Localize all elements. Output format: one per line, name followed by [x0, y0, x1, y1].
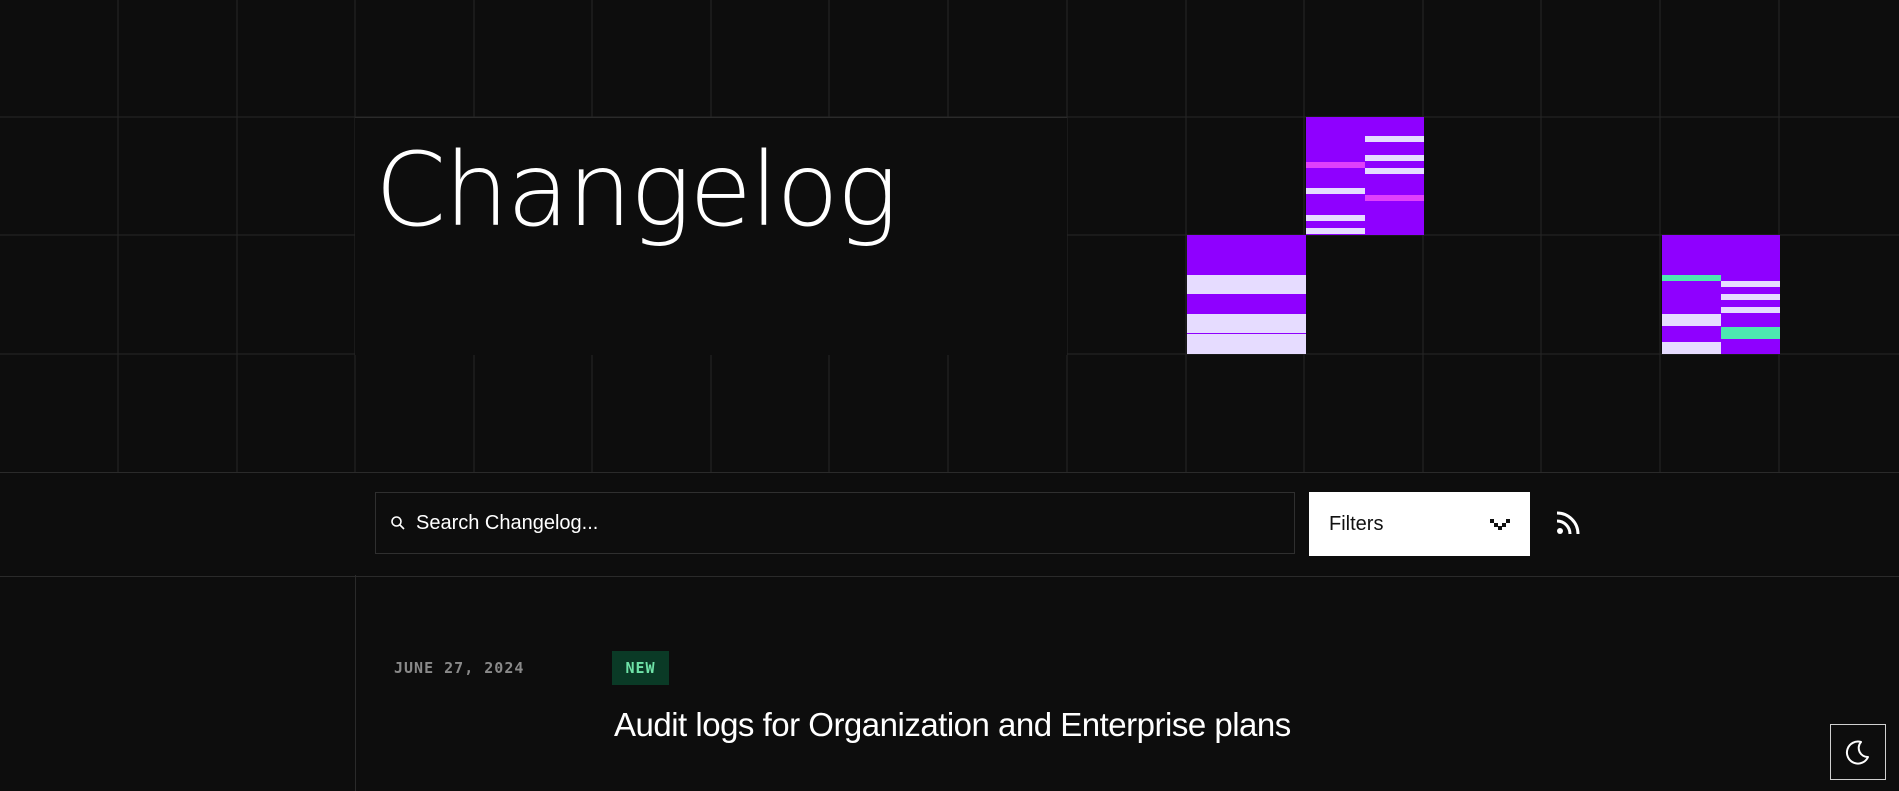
search-box[interactable]	[375, 492, 1295, 554]
filters-dropdown[interactable]: Filters	[1309, 492, 1530, 556]
moon-icon	[1844, 738, 1872, 766]
status-badge: NEW	[612, 651, 669, 685]
chevron-down-icon	[1490, 517, 1510, 531]
search-input[interactable]	[416, 493, 1294, 553]
filters-label: Filters	[1329, 512, 1384, 535]
rss-feed-button[interactable]	[1554, 509, 1584, 539]
changelog-page: Changelog Search Changelog... Filters JU…	[0, 0, 1899, 791]
page-title: Changelog	[375, 131, 898, 250]
theme-toggle-button[interactable]	[1830, 724, 1886, 780]
rss-icon	[1554, 509, 1582, 539]
search-icon	[390, 515, 406, 531]
content-divider	[355, 575, 356, 791]
entry-title-link[interactable]: Audit logs for Organization and Enterpri…	[614, 706, 1291, 744]
entry-date: JUNE 27, 2024	[394, 659, 525, 677]
